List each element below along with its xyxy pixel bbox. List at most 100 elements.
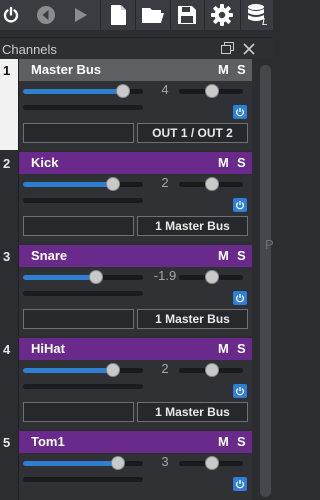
channel-header[interactable]: Master Bus M S [19, 59, 252, 81]
volume-fill [23, 182, 113, 187]
close-icon[interactable] [243, 42, 255, 60]
pan-slider[interactable] [179, 177, 243, 191]
play-icon [75, 8, 87, 22]
mute-button[interactable]: M [218, 62, 229, 77]
open-folder-icon [142, 8, 164, 23]
volume-knob[interactable] [89, 270, 104, 284]
volume-fader[interactable] [23, 363, 143, 377]
channel-strip: 1 Master Bus M S 4 OUT 1 / OUT 2 [0, 59, 258, 150]
channel-body: Master Bus M S 4 OUT 1 / OUT 2 [19, 59, 252, 150]
channel-power-button[interactable] [233, 291, 247, 305]
effects-slot[interactable] [23, 309, 134, 329]
settings-button[interactable] [206, 0, 238, 30]
output-route-button[interactable]: 1 Master Bus [137, 402, 248, 422]
power-button[interactable] [0, 0, 22, 30]
effects-slot[interactable] [23, 402, 134, 422]
volume-fader[interactable] [23, 177, 143, 191]
effects-slot[interactable] [23, 123, 134, 143]
output-route-button[interactable]: OUT 1 / OUT 2 [137, 123, 248, 143]
solo-button[interactable]: S [237, 248, 246, 263]
scrollbar-thumb[interactable] [260, 65, 271, 497]
toolbar-divider [170, 0, 171, 30]
vertical-scrollbar[interactable] [258, 59, 273, 500]
channel-number-cell[interactable]: 5 [0, 431, 18, 500]
channel-number-cell[interactable]: 4 [0, 338, 18, 429]
mute-button[interactable]: M [218, 155, 229, 170]
mute-button[interactable]: M [218, 248, 229, 263]
pan-knob[interactable] [205, 84, 219, 98]
svg-text:L: L [262, 17, 268, 27]
channel-name: HiHat [31, 341, 65, 356]
solo-button[interactable]: S [237, 434, 246, 449]
channel-number: 1 [3, 63, 11, 78]
level-meter [23, 477, 143, 482]
channel-header[interactable]: HiHat M S [19, 338, 252, 360]
channel-header[interactable]: Snare M S [19, 245, 252, 267]
power-icon [235, 201, 245, 210]
play-button[interactable] [66, 0, 94, 30]
solo-button[interactable]: S [237, 341, 246, 356]
solo-button[interactable]: S [237, 155, 246, 170]
channel-name: Kick [31, 155, 59, 170]
new-file-button[interactable] [102, 0, 134, 30]
channel-name: Tom1 [31, 434, 65, 449]
toolbar-divider [135, 0, 136, 30]
channel-power-button[interactable] [233, 477, 247, 491]
volume-knob[interactable] [110, 456, 125, 470]
channel-number: 4 [3, 342, 11, 357]
channel-power-button[interactable] [233, 105, 247, 119]
volume-fader[interactable] [23, 270, 143, 284]
pan-slider[interactable] [179, 270, 243, 284]
rewind-button[interactable] [32, 0, 60, 30]
output-route-button[interactable]: 1 Master Bus [137, 216, 248, 236]
channel-strip: 2 Kick M S 2 1 Master Bus [0, 152, 258, 243]
output-route-button[interactable]: 1 Master Bus [137, 309, 248, 329]
pan-knob[interactable] [205, 270, 219, 284]
channel-body: Snare M S -1.9 1 Master Bus [19, 245, 252, 336]
volume-knob[interactable] [115, 84, 130, 98]
channel-power-button[interactable] [233, 198, 247, 212]
channel-number: 5 [3, 435, 11, 450]
volume-fader[interactable] [23, 84, 143, 98]
level-meter [23, 291, 143, 296]
mute-button[interactable]: M [218, 341, 229, 356]
effects-slot[interactable] [23, 216, 134, 236]
channel-number-cell[interactable]: 3 [0, 245, 18, 336]
toolbar: L [0, 0, 273, 30]
volume-fill [23, 368, 113, 373]
level-meter [23, 105, 143, 110]
channel-name: Snare [31, 248, 68, 263]
volume-knob[interactable] [106, 177, 120, 191]
volume-fader[interactable] [23, 456, 143, 470]
panel-header: Channels [0, 37, 273, 59]
pan-slider[interactable] [179, 84, 243, 98]
channel-number-cell[interactable]: 1 [0, 59, 18, 150]
channel-strip: 4 HiHat M S 2 1 Master Bus [0, 338, 258, 429]
channel-body: HiHat M S 2 1 Master Bus [19, 338, 252, 429]
toolbar-divider [100, 0, 101, 30]
level-meter [23, 384, 143, 389]
float-window-icon[interactable] [221, 42, 235, 60]
channel-number-cell[interactable]: 2 [0, 152, 18, 243]
solo-button[interactable]: S [237, 62, 246, 77]
pan-slider[interactable] [179, 456, 243, 470]
volume-knob[interactable] [106, 363, 120, 377]
pan-knob[interactable] [205, 177, 219, 191]
pan-knob[interactable] [205, 363, 219, 377]
side-label: P [265, 237, 274, 252]
gear-icon [211, 4, 233, 26]
pan-knob[interactable] [205, 456, 219, 470]
mute-button[interactable]: M [218, 434, 229, 449]
channel-power-button[interactable] [233, 384, 247, 398]
channel-strip: 5 Tom1 M S 3 [0, 431, 258, 500]
channel-header[interactable]: Kick M S [19, 152, 252, 174]
volume-fill [23, 275, 97, 280]
channel-header[interactable]: Tom1 M S [19, 431, 252, 453]
open-folder-button[interactable] [137, 0, 169, 30]
power-icon [235, 480, 245, 489]
power-icon [235, 294, 245, 303]
save-button[interactable] [172, 0, 202, 30]
pan-slider[interactable] [179, 363, 243, 377]
database-button[interactable]: L [242, 0, 273, 30]
toolbar-divider [204, 0, 205, 30]
